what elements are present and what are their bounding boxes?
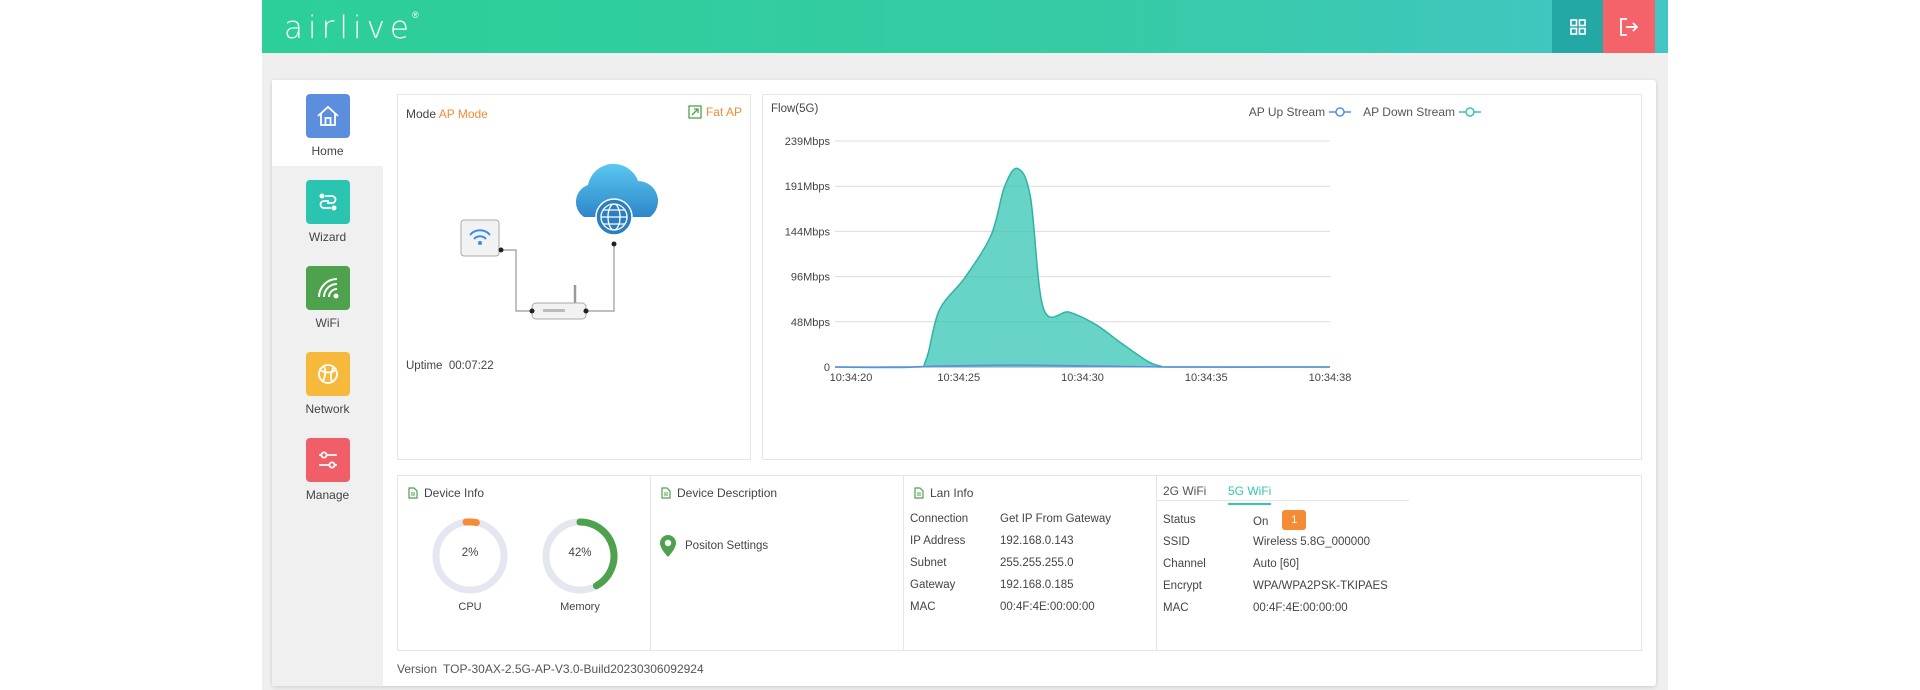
wifi-value: On bbox=[1253, 516, 1269, 528]
apps-button[interactable] bbox=[1552, 0, 1603, 53]
cloud-icon bbox=[575, 163, 658, 247]
main-card: Home Wizard WiFi Network Manage Mode AP … bbox=[272, 80, 1656, 686]
x-tick-label: 10:34:35 bbox=[1185, 372, 1228, 384]
uptime: Uptime 00:07:22 bbox=[406, 360, 494, 372]
sidebar-item-label: Manage bbox=[305, 488, 350, 502]
lan-value: 192.168.0.143 bbox=[1000, 535, 1074, 547]
location-pin-icon bbox=[660, 535, 676, 557]
flow-chart-panel: Flow(5G) AP Up Stream AP Down Stream 0 48… bbox=[762, 94, 1642, 460]
position-settings-link[interactable]: Positon Settings bbox=[659, 534, 768, 558]
home-icon bbox=[305, 94, 350, 138]
logout-icon bbox=[1620, 17, 1639, 36]
app-window: airlive® Home Wizard WiFi Network Manage… bbox=[262, 0, 1668, 690]
lan-info-panel: Lan Info Connection Get IP From Gateway … bbox=[904, 476, 1157, 650]
wifi-key: Encrypt bbox=[1163, 580, 1202, 592]
wifi-info-panel: 2G WiFi 5G WiFi Status On 1 SSID Wireles… bbox=[1157, 476, 1643, 650]
wifi-value: WPA/WPA2PSK-TKIPAES bbox=[1253, 580, 1388, 592]
wifi-value: 00:4F:4E:00:00:00 bbox=[1253, 602, 1348, 614]
cpu-value: 2% bbox=[461, 547, 479, 559]
y-tick-label: 48Mbps bbox=[791, 317, 831, 329]
x-tick-label: 10:34:30 bbox=[1061, 372, 1104, 384]
airlive-logo: airlive® bbox=[284, 9, 419, 46]
lan-key: Gateway bbox=[910, 579, 956, 591]
lan-key: MAC bbox=[910, 601, 936, 613]
y-tick-label: 191Mbps bbox=[785, 181, 831, 193]
tab-5g-wifi[interactable]: 5G WiFi bbox=[1228, 484, 1272, 505]
lan-value: 00:4F:4E:00:00:00 bbox=[1000, 601, 1095, 613]
tab-2g-wifi[interactable]: 2G WiFi bbox=[1163, 484, 1206, 503]
topology-lines bbox=[501, 245, 615, 312]
router-icon bbox=[529, 285, 589, 320]
sidebar-item-label: Home bbox=[311, 144, 344, 158]
access-point-icon bbox=[460, 219, 504, 257]
x-tick-label: 10:34:25 bbox=[937, 372, 980, 384]
lan-key: Subnet bbox=[910, 557, 947, 569]
wifi-status: On 1 bbox=[1253, 510, 1307, 530]
series-area-down-stream bbox=[835, 168, 1330, 368]
switch-icon bbox=[688, 105, 702, 119]
version-info: Version TOP-30AX-2.5G-AP-V3.0-Build202303… bbox=[397, 662, 704, 676]
mode-title: Mode AP Mode bbox=[406, 107, 488, 121]
sidebar-item-label: WiFi bbox=[315, 316, 340, 330]
device-description-panel: Device Description Positon Settings bbox=[651, 476, 904, 650]
fat-ap-switch[interactable]: Fat AP bbox=[688, 105, 742, 119]
document-icon bbox=[408, 487, 418, 499]
sidebar-item-label: Wizard bbox=[308, 230, 347, 244]
top-bar: airlive® bbox=[262, 0, 1668, 53]
wifi-icon bbox=[305, 266, 350, 310]
y-tick-label: 239Mbps bbox=[785, 136, 831, 148]
memory-value: 42% bbox=[568, 547, 592, 559]
sidebar-item-wifi[interactable]: WiFi bbox=[272, 252, 383, 338]
link-icon bbox=[305, 180, 350, 224]
lan-key: Connection bbox=[910, 513, 969, 525]
version-value: TOP-30AX-2.5G-AP-V3.0-Build2023030609292… bbox=[443, 662, 704, 676]
info-row: Device Info 2% CPU 42% Memory Device Des… bbox=[397, 475, 1642, 651]
sidebar-item-wizard[interactable]: Wizard bbox=[272, 166, 383, 252]
wifi-key: Status bbox=[1163, 514, 1196, 526]
sidebar-item-manage[interactable]: Manage bbox=[272, 424, 383, 510]
memory-label: Memory bbox=[560, 601, 600, 613]
device-description-title: Device Description bbox=[661, 486, 777, 500]
sliders-icon bbox=[305, 438, 350, 482]
x-tick-label: 10:34:20 bbox=[830, 372, 873, 384]
device-info-panel: Device Info 2% CPU 42% Memory bbox=[398, 476, 651, 650]
lan-key: IP Address bbox=[910, 535, 966, 547]
document-icon bbox=[661, 487, 671, 499]
globe-icon bbox=[305, 352, 350, 396]
lan-value: 192.168.0.185 bbox=[1000, 579, 1074, 591]
sidebar-item-home[interactable]: Home bbox=[272, 80, 383, 166]
wifi-key: Channel bbox=[1163, 558, 1206, 570]
uptime-value: 00:07:22 bbox=[448, 360, 494, 372]
x-tick-label: 10:34:38 bbox=[1309, 372, 1352, 384]
lan-info-title: Lan Info bbox=[914, 486, 973, 500]
wifi-key: MAC bbox=[1163, 602, 1189, 614]
logout-button[interactable] bbox=[1603, 0, 1655, 53]
document-icon bbox=[914, 487, 924, 499]
mode-panel: Mode AP Mode Fat AP Uptime 00:07:22 bbox=[397, 94, 751, 460]
flow-chart: 048Mbps96Mbps144Mbps191Mbps239Mbps10:34:… bbox=[785, 136, 1352, 384]
wifi-value: Wireless 5.8G_000000 bbox=[1253, 536, 1370, 548]
status-badge[interactable]: 1 bbox=[1282, 510, 1307, 530]
device-info-title: Device Info bbox=[408, 486, 484, 500]
gauge-fill bbox=[462, 518, 480, 527]
sidebar-item-network[interactable]: Network bbox=[272, 338, 383, 424]
cpu-label: CPU bbox=[458, 601, 482, 613]
y-tick-label: 96Mbps bbox=[791, 272, 831, 284]
wifi-key: SSID bbox=[1163, 536, 1190, 548]
grid-icon bbox=[1569, 18, 1586, 35]
mode-value: AP Mode bbox=[438, 107, 488, 121]
sidebar: Home Wizard WiFi Network Manage bbox=[272, 80, 383, 686]
lan-value: 255.255.255.0 bbox=[1000, 557, 1074, 569]
y-tick-label: 144Mbps bbox=[785, 226, 831, 238]
wifi-value: Auto [60] bbox=[1253, 558, 1300, 570]
lan-value: Get IP From Gateway bbox=[1000, 513, 1111, 525]
sidebar-item-label: Network bbox=[305, 402, 350, 416]
